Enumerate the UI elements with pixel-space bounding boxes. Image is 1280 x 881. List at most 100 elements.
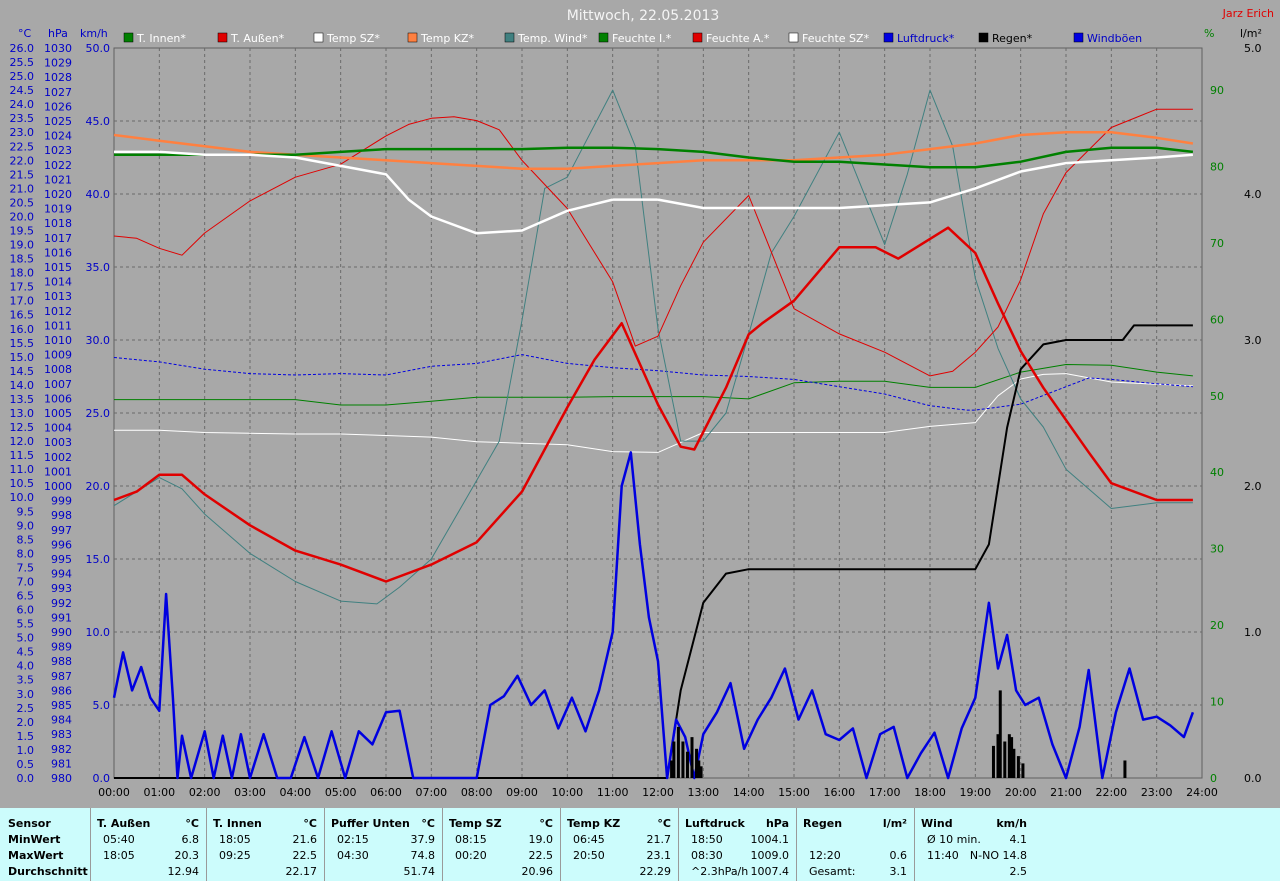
- hpa-tick-label: 1001: [44, 465, 72, 478]
- stats-column: T. Außen °C 05:40 6.8 18:05 20.3 12.94: [90, 808, 207, 881]
- celsius-tick-label: 2.0: [17, 716, 35, 729]
- hpa-tick-label: 1026: [44, 100, 72, 113]
- legend-label: Temp. Wind*: [517, 32, 588, 45]
- stats-cell-value: 1009.0: [750, 849, 790, 862]
- legend-item: Regen*: [978, 32, 1033, 45]
- stats-cell-value: 74.8: [410, 849, 436, 862]
- percent-tick-label: 70: [1210, 237, 1224, 250]
- rain-tick-label: 0.0: [1244, 772, 1262, 785]
- celsius-tick-label: 23.5: [10, 112, 35, 125]
- hpa-tick-label: 1004: [44, 422, 72, 435]
- x-tick-label: 22:00: [1095, 786, 1127, 799]
- celsius-tick-label: 10.0: [10, 491, 35, 504]
- celsius-tick-label: 11.0: [10, 463, 35, 476]
- legend-item: Windböen: [1073, 32, 1142, 45]
- author-label: Jarz Erich: [1222, 7, 1274, 20]
- x-tick-label: 06:00: [370, 786, 402, 799]
- kmh-tick-label: 45.0: [86, 115, 111, 128]
- x-tick-label: 14:00: [733, 786, 765, 799]
- hpa-tick-label: 982: [51, 743, 72, 756]
- hpa-tick-label: 998: [51, 509, 72, 522]
- stats-cell-value: 37.9: [410, 833, 436, 846]
- celsius-tick-label: 16.0: [10, 323, 35, 336]
- percent-tick-label: 20: [1210, 619, 1224, 632]
- hpa-tick-label: 1006: [44, 392, 72, 405]
- legend-swatch: [407, 32, 418, 43]
- hpa-tick-label: 1011: [44, 319, 72, 332]
- kmh-tick-label: 10.0: [86, 626, 111, 639]
- stats-cell-value: 6.8: [181, 833, 200, 846]
- stats-column-name: Temp SZ: [449, 817, 502, 830]
- rain-bar: [699, 766, 703, 778]
- rain-bar: [1021, 763, 1025, 778]
- stats-cell-value: 21.6: [292, 833, 318, 846]
- hpa-tick-label: 995: [51, 553, 72, 566]
- rain-bar: [1003, 741, 1007, 778]
- kmh-unit-label: km/h: [80, 27, 108, 40]
- celsius-tick-label: 20.5: [10, 196, 35, 209]
- rain-bar: [681, 741, 685, 778]
- rain-bar: [1012, 748, 1016, 778]
- stats-column: Regen l/m² 12:20 0.6 Gesamt: 3.1: [796, 808, 915, 881]
- celsius-tick-label: 26.0: [10, 42, 35, 55]
- hpa-tick-label: 996: [51, 538, 72, 551]
- hpa-unit-label: hPa: [48, 27, 68, 40]
- hpa-tick-label: 981: [51, 757, 72, 770]
- x-tick-label: 12:00: [642, 786, 674, 799]
- stats-column: Wind km/h Ø 10 min. 4.1 11:40 N-NO 14.8 2.5: [914, 808, 1035, 881]
- stats-cell-time: 11:40: [927, 849, 959, 862]
- rain-bar: [991, 745, 995, 778]
- stats-cell-time: Gesamt:: [809, 865, 856, 878]
- celsius-tick-label: 15.0: [10, 351, 35, 364]
- rain-bar: [676, 726, 680, 778]
- legend-item: Feuchte SZ*: [788, 32, 870, 45]
- stats-cell-time: 04:30: [337, 849, 369, 862]
- stats-cell-value: 20.96: [521, 865, 554, 878]
- celsius-tick-label: 24.0: [10, 98, 35, 111]
- percent-unit-label: %: [1204, 27, 1214, 40]
- celsius-tick-label: 8.5: [17, 533, 35, 546]
- stats-cell-value: N-NO 14.8: [969, 849, 1027, 862]
- celsius-tick-label: 18.5: [10, 253, 35, 266]
- stats-cell-value: 22.5: [292, 849, 318, 862]
- hpa-tick-label: 1008: [44, 363, 72, 376]
- stats-cell-value: 2.5: [1009, 865, 1028, 878]
- stats-cell-time: ^2.3hPa/h: [691, 865, 749, 878]
- stats-column-unit: hPa: [765, 817, 789, 830]
- x-tick-label: 00:00: [98, 786, 130, 799]
- kmh-tick-label: 0.0: [93, 772, 111, 785]
- x-tick-label: 09:00: [506, 786, 538, 799]
- x-tick-label: 18:00: [914, 786, 946, 799]
- x-tick-label: 16:00: [823, 786, 855, 799]
- rain-bar: [1123, 760, 1127, 778]
- kmh-tick-label: 20.0: [86, 480, 111, 493]
- hpa-tick-label: 1003: [44, 436, 72, 449]
- celsius-unit-label: °C: [18, 27, 32, 40]
- stats-column: Temp KZ °C 06:45 21.7 20:50 23.1 22.29: [560, 808, 679, 881]
- celsius-tick-label: 6.5: [17, 590, 35, 603]
- stats-cell-time: 00:20: [455, 849, 487, 862]
- stats-cell-time: 18:50: [691, 833, 723, 846]
- x-tick-label: 04:00: [279, 786, 311, 799]
- stats-column: Luftdruck hPa 18:50 1004.1 08:30 1009.0 ^2.3hP…: [678, 808, 797, 881]
- stats-cell-value: 19.0: [528, 833, 554, 846]
- x-tick-label: 13:00: [687, 786, 719, 799]
- celsius-tick-label: 9.5: [17, 505, 35, 518]
- celsius-tick-label: 1.0: [17, 744, 35, 757]
- legend-label: Windböen: [1087, 32, 1142, 45]
- x-tick-label: 01:00: [143, 786, 175, 799]
- stats-cell-time: 08:15: [455, 833, 487, 846]
- kmh-tick-label: 50.0: [86, 42, 111, 55]
- legend-swatch: [788, 32, 799, 43]
- hpa-tick-label: 1022: [44, 159, 72, 172]
- legend-label: Luftdruck*: [897, 32, 955, 45]
- hpa-tick-label: 1021: [44, 173, 72, 186]
- legend-swatch: [217, 32, 228, 43]
- stats-cell-value: 0.6: [889, 849, 908, 862]
- rain-tick-label: 4.0: [1244, 188, 1262, 201]
- legend-label: T. Innen*: [136, 32, 186, 45]
- x-tick-label: 05:00: [325, 786, 357, 799]
- hpa-tick-label: 1018: [44, 217, 72, 230]
- legend-item: Luftdruck*: [883, 32, 955, 45]
- legend-label: Temp KZ*: [420, 32, 475, 45]
